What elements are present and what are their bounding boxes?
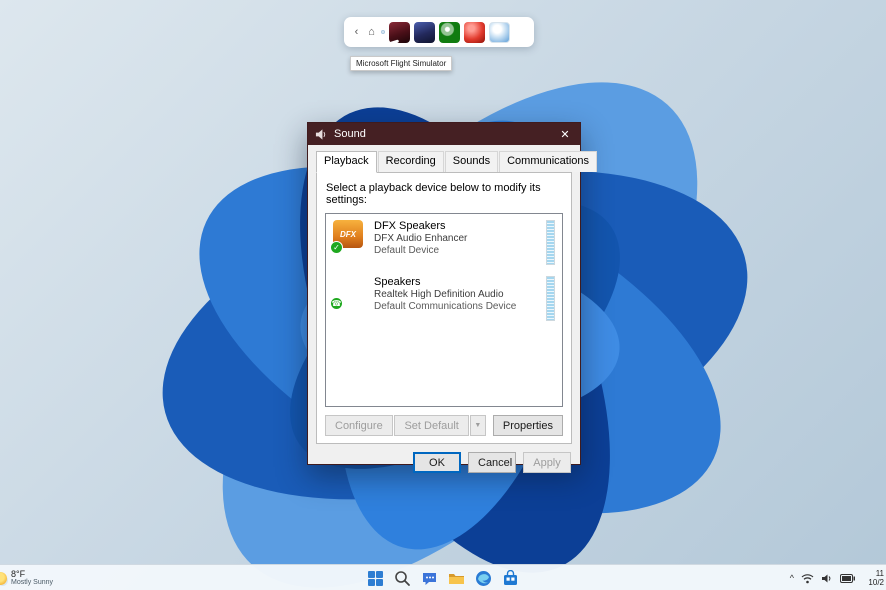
tab-communications[interactable]: Communications [499, 151, 598, 172]
desktop: ‹ ⌂ Microsoft Flight Simulator Sound ✕ P… [0, 0, 886, 590]
device-description: DFX Audio Enhancer [374, 233, 468, 244]
game-bar-toolbar: ‹ ⌂ [344, 17, 534, 47]
clock-date: 10/2 [868, 578, 884, 587]
clock-time: 11 [875, 569, 884, 578]
file-explorer-icon[interactable] [448, 570, 465, 587]
default-check-icon: ✓ [330, 241, 343, 254]
app-tooltip: Microsoft Flight Simulator [350, 56, 453, 71]
dialog-button-row: OK Cancel Apply [308, 444, 580, 473]
playback-tab-panel: Select a playback device below to modify… [316, 172, 572, 444]
flight-globe-icon[interactable] [489, 21, 510, 43]
set-default-button: Set Default [394, 415, 469, 436]
device-name: DFX Speakers [374, 220, 446, 232]
tab-recording[interactable]: Recording [377, 151, 444, 172]
weather-sun-icon [0, 571, 7, 585]
tab-sounds[interactable]: Sounds [444, 151, 499, 172]
weather-condition: Mostly Sunny [11, 579, 54, 586]
tray-chevron-up-icon[interactable]: ^ [790, 573, 794, 583]
system-tray: ^ 11 10/2 [790, 565, 886, 590]
volume-level-meter [546, 276, 555, 321]
tab-playback[interactable]: Playback [316, 151, 377, 173]
chat-icon[interactable] [421, 570, 438, 587]
properties-button[interactable]: Properties [492, 415, 563, 436]
taskbar-center-icons [367, 565, 519, 590]
close-icon[interactable]: ✕ [555, 125, 575, 143]
speakers-icon: ☎ [330, 275, 366, 310]
tab-strip: Playback Recording Sounds Communications [316, 151, 598, 173]
list-item-speakers[interactable]: ☎ Speakers Realtek High Definition Audio… [326, 270, 562, 326]
communications-phone-icon: ☎ [330, 297, 343, 310]
chevron-left-icon[interactable]: ‹ [351, 26, 362, 38]
weather-widget[interactable]: 8°F Mostly Sunny [0, 566, 53, 590]
ok-button[interactable]: OK [413, 452, 461, 473]
device-action-row: Configure Set Default ▼ Properties [325, 415, 563, 436]
device-status: Default Device [374, 245, 440, 256]
set-default-dropdown-chevron-icon: ▼ [469, 415, 486, 436]
wifi-icon[interactable] [801, 573, 814, 584]
apply-button: Apply [523, 452, 571, 473]
game-dark-red-icon[interactable] [389, 21, 410, 43]
device-name: Speakers [374, 276, 421, 288]
store-icon[interactable] [502, 569, 519, 587]
dfx-speakers-icon: DFX ✓ [330, 219, 366, 254]
device-status: Default Communications Device [374, 301, 517, 312]
game-dark-blue-icon[interactable] [414, 21, 435, 43]
xbox-icon[interactable] [439, 21, 460, 43]
start-button-icon[interactable] [367, 570, 384, 587]
cancel-button[interactable]: Cancel [468, 452, 516, 473]
volume-level-meter [546, 220, 555, 265]
list-item-dfx-speakers[interactable]: DFX ✓ DFX Speakers DFX Audio Enhancer De… [326, 214, 562, 270]
taskbar: 8°F Mostly Sunny ^ 11 10/2 [0, 564, 886, 590]
battery-icon[interactable] [840, 573, 855, 583]
game-red-sphere-icon[interactable] [464, 21, 485, 43]
selected-app-highlight [381, 30, 385, 34]
sound-dialog: Sound ✕ Playback Recording Sounds Commun… [307, 122, 598, 473]
search-icon[interactable] [394, 570, 411, 587]
instruction-text: Select a playback device below to modify… [326, 182, 541, 206]
edge-icon[interactable] [475, 570, 492, 587]
clock[interactable]: 11 10/2 [862, 569, 884, 587]
playback-device-list: DFX ✓ DFX Speakers DFX Audio Enhancer De… [325, 213, 563, 407]
configure-button: Configure [325, 415, 393, 436]
device-description: Realtek High Definition Audio [374, 289, 504, 300]
speaker-icon [315, 128, 326, 140]
volume-icon[interactable] [821, 573, 833, 584]
dialog-title-bar[interactable]: Sound ✕ [308, 123, 580, 145]
home-icon[interactable]: ⌂ [366, 26, 377, 38]
dialog-title: Sound [334, 128, 366, 140]
weather-temperature: 8°F [11, 569, 26, 579]
